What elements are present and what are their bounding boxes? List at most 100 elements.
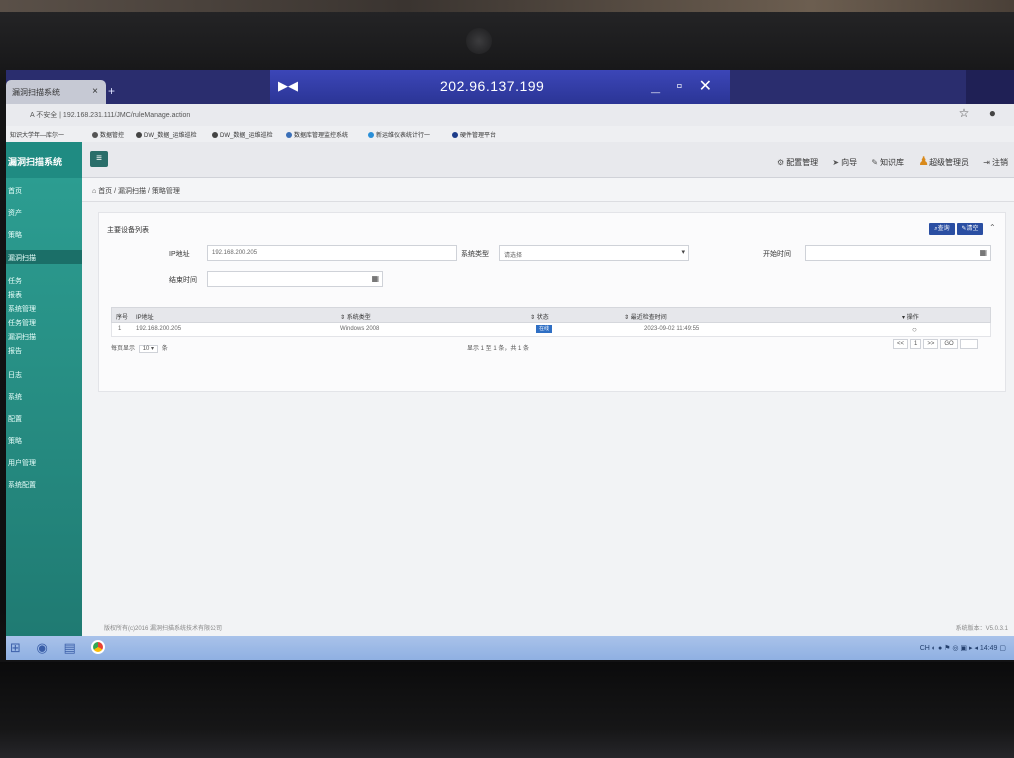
- app-header: 漏洞扫描系统 ≡ ⚙ 配置管理 ➤ 向导 ✎ 知识库 ♟超级管理员 ⇥ 注销: [6, 142, 1014, 178]
- cell-ip: 192.168.200.205: [136, 326, 182, 332]
- breadcrumb-text[interactable]: 首页 / 漏洞扫描 / 策略管理: [98, 188, 180, 195]
- window-titlebar: 漏洞扫描系统 × + ▶◀ 202.96.137.199 _ ▫ ✕: [6, 70, 1014, 104]
- toolbar-icons[interactable]: ☆ ●: [959, 106, 1004, 120]
- col-header-os[interactable]: ⇕ 系统类型: [340, 312, 371, 321]
- page-size-select[interactable]: 10 ▾: [138, 345, 159, 353]
- sidebar-item[interactable]: 任务管理: [8, 318, 36, 328]
- table-summary: 显示 1 至 1 条，共 1 条: [467, 346, 530, 352]
- first-page-button[interactable]: <<: [893, 339, 909, 349]
- sidebar: 首页 资产 策略 漏洞扫描 任务 报表 系统管理 任务管理 漏洞扫描 报告 日志…: [6, 178, 82, 640]
- taskbar-icons[interactable]: ⊞ ◉ ▤: [10, 640, 106, 656]
- end-time-input[interactable]: ▦: [207, 271, 383, 287]
- sidebar-item[interactable]: 用户管理: [8, 458, 36, 468]
- clear-button[interactable]: ✎清空: [957, 223, 983, 235]
- header-links: ⚙ 配置管理 ➤ 向导 ✎ 知识库 ♟超级管理员 ⇥ 注销: [765, 154, 1008, 168]
- panel-title: 主要设备列表: [107, 227, 149, 234]
- window-edge: [966, 70, 1014, 104]
- sidebar-item-active[interactable]: 漏洞扫描: [8, 253, 36, 263]
- tab-title: 漏洞扫描系统: [12, 88, 60, 97]
- address-bar[interactable]: A 不安全 | 192.168.231.111/JMC/ruleManage.a…: [26, 108, 926, 122]
- window-controls[interactable]: _ ▫ ✕: [651, 76, 718, 96]
- ip-input[interactable]: 192.168.200.205: [207, 245, 457, 261]
- last-page-button[interactable]: >>: [923, 339, 939, 349]
- bookmark-item[interactable]: 知识大学年—库尔一: [10, 130, 64, 139]
- remote-desktop-bar: ▶◀ 202.96.137.199 _ ▫ ✕: [270, 70, 730, 104]
- bookmark-item[interactable]: 数据管控: [92, 130, 124, 139]
- remote-ip: 202.96.137.199: [440, 78, 545, 94]
- sidebar-item[interactable]: 策略: [8, 230, 22, 240]
- bookmark-item[interactable]: DW_数据_运维巡检: [212, 130, 273, 139]
- system-type-value: 请选择: [504, 253, 523, 259]
- sidebar-item[interactable]: 首页: [8, 186, 22, 196]
- col-header-time[interactable]: ⇕ 最近检查时间: [624, 312, 667, 321]
- sidebar-item[interactable]: 报告: [8, 346, 22, 356]
- bookmark-item[interactable]: 新运维仪表统计行一: [368, 130, 430, 139]
- calendar-icon[interactable]: ▦: [979, 248, 987, 257]
- brand-logo: 漏洞扫描系统: [6, 142, 82, 178]
- ip-label: IP地址: [169, 251, 190, 258]
- sidebar-item[interactable]: 报表: [8, 290, 22, 300]
- col-header-no[interactable]: 序号: [116, 312, 128, 321]
- status-badge: 在线: [536, 325, 552, 333]
- guide-link[interactable]: ➤ 向导: [832, 158, 857, 167]
- menu-toggle-button[interactable]: ≡: [90, 151, 108, 167]
- browser-tab[interactable]: 漏洞扫描系统 ×: [6, 80, 106, 104]
- end-time-label: 结束时间: [169, 277, 197, 284]
- close-icon[interactable]: ×: [92, 86, 98, 97]
- logout-link[interactable]: ⇥ 注销: [983, 158, 1008, 167]
- system-tray[interactable]: CH ◐ ● ⚑ ◎ ▣ ▸ ◂ 14:49 ▢: [920, 644, 1006, 652]
- cell-time: 2023-09-02 11:49:55: [644, 326, 700, 332]
- knowledge-link[interactable]: ✎ 知识库: [871, 158, 904, 167]
- device-list-panel: 主要设备列表 ⌕查询 ✎清空 ⌃ IP地址 192.168.200.205 系统…: [98, 212, 1006, 392]
- webcam: [466, 28, 492, 54]
- chrome-icon: [91, 640, 106, 654]
- new-tab-icon[interactable]: +: [108, 84, 115, 98]
- page-number[interactable]: 1: [910, 339, 922, 349]
- col-header-ip[interactable]: IP地址: [136, 312, 154, 321]
- cell-os: Windows 2008: [340, 326, 380, 332]
- sidebar-item[interactable]: 漏洞扫描: [8, 332, 36, 342]
- table-row[interactable]: 1 192.168.200.205 Windows 2008 在线 2023-0…: [111, 323, 991, 337]
- user-link[interactable]: ♟超级管理员: [918, 154, 969, 168]
- bezel-bottom: [0, 662, 1014, 758]
- version: 系统版本：V5.0.3.1: [955, 626, 1008, 632]
- sidebar-item[interactable]: 策略: [8, 436, 22, 446]
- windows-taskbar: ⊞ ◉ ▤ CH ◐ ● ⚑ ◎ ▣ ▸ ◂ 14:49 ▢: [6, 636, 1014, 660]
- bookmarks-bar: 知识大学年—库尔一 数据管控 DW_数据_运维巡检 DW_数据_运维巡检 数据库…: [6, 126, 1014, 142]
- sidebar-item[interactable]: 系统配置: [8, 480, 36, 490]
- col-header-status[interactable]: ⇕ 状态: [530, 312, 549, 321]
- chevron-up-icon[interactable]: ⌃: [989, 223, 996, 232]
- go-button[interactable]: GO: [940, 339, 958, 349]
- bookmark-item[interactable]: 硬件管理平台: [452, 130, 496, 139]
- monitor-screen: 漏洞扫描系统 × + ▶◀ 202.96.137.199 _ ▫ ✕ A 不安全…: [6, 70, 1014, 660]
- sidebar-item[interactable]: 日志: [8, 370, 22, 380]
- clock: 14:49: [979, 645, 998, 652]
- sidebar-item[interactable]: 配置: [8, 414, 22, 424]
- pagination: << 1 >> GO: [893, 339, 980, 351]
- sidebar-item[interactable]: 系统: [8, 392, 22, 402]
- system-type-select[interactable]: 请选择 ▾: [499, 245, 689, 261]
- calendar-icon[interactable]: ▦: [371, 274, 379, 283]
- chevron-down-icon: ▾: [681, 249, 685, 256]
- config-link[interactable]: ⚙ 配置管理: [777, 158, 818, 167]
- breadcrumb: ⌂ 首页 / 漏洞扫描 / 策略管理: [82, 178, 1014, 202]
- table-header: 序号 IP地址 ⇕ 系统类型 ⇕ 状态 ⇕ 最近检查时间 ▾ 操作: [111, 307, 991, 323]
- pin-icon[interactable]: ▶◀: [278, 78, 298, 94]
- system-type-label: 系统类型: [461, 251, 489, 258]
- start-time-label: 开始时间: [763, 251, 791, 258]
- bookmark-item[interactable]: 数据库管理监控系统: [286, 130, 348, 139]
- user-icon: ♟: [918, 154, 930, 168]
- bookmark-item[interactable]: DW_数据_运维巡检: [136, 130, 197, 139]
- top-strip: [0, 0, 1014, 12]
- sidebar-item[interactable]: 系统管理: [8, 304, 36, 314]
- query-button[interactable]: ⌕查询: [929, 223, 955, 235]
- start-time-input[interactable]: ▦: [805, 245, 991, 261]
- app-footer: 版权所有(c)2016 漏洞扫描系统技术有限公司 系统版本：V5.0.3.1: [82, 618, 1014, 634]
- go-page-input[interactable]: [959, 339, 978, 349]
- col-header-op[interactable]: ▾ 操作: [902, 312, 919, 321]
- address-row: A 不安全 | 192.168.231.111/JMC/ruleManage.a…: [6, 104, 1014, 126]
- cell-no: 1: [118, 326, 122, 332]
- refresh-icon[interactable]: ○: [912, 325, 917, 334]
- sidebar-item[interactable]: 任务: [8, 276, 22, 286]
- sidebar-item[interactable]: 资产: [8, 208, 22, 218]
